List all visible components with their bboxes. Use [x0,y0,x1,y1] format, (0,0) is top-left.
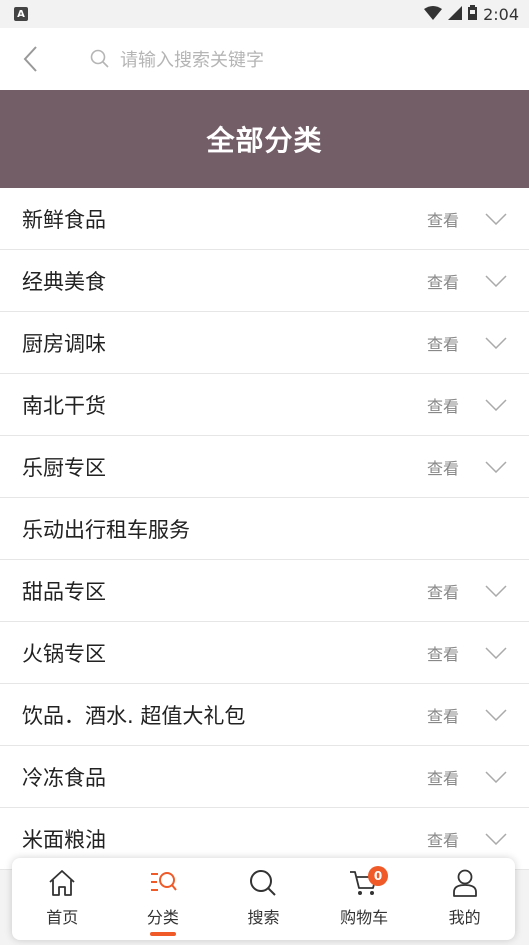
back-arrow-icon [23,46,37,72]
category-list: 新鲜食品 查看 经典美食 查看 厨房调味 查看 南北干货 查看 乐厨专区 查看 … [0,188,529,870]
category-row[interactable]: 火锅专区 查看 [0,622,529,684]
chevron-down-icon[interactable] [485,212,507,225]
status-bar: A 2:04 [0,0,529,28]
notification-a-icon: A [14,7,28,21]
category-row[interactable]: 乐动出行租车服务 [0,498,529,560]
wifi-icon [424,5,443,24]
chevron-down-icon[interactable] [485,708,507,721]
category-row[interactable]: 甜品专区 查看 [0,560,529,622]
chevron-down-icon[interactable] [485,274,507,287]
category-row[interactable]: 新鲜食品 查看 [0,188,529,250]
category-label: 南北干货 [22,393,106,418]
search-icon [250,870,277,896]
view-link[interactable]: 查看 [427,331,459,355]
search-header: 请输入搜索关键字 [0,28,529,90]
chevron-down-icon[interactable] [485,460,507,473]
category-label: 乐动出行租车服务 [22,517,190,542]
user-icon [452,869,477,897]
category-label: 米面粮油 [22,827,106,852]
category-label: 厨房调味 [22,331,106,356]
cart-count-badge: 0 [368,866,389,886]
chevron-down-icon[interactable] [485,646,507,659]
view-link[interactable]: 查看 [427,207,459,231]
category-row[interactable]: 饮品．酒水. 超值大礼包 查看 [0,684,529,746]
view-link[interactable]: 查看 [427,579,459,603]
view-link[interactable]: 查看 [427,827,459,851]
signal-icon [448,5,463,24]
view-link[interactable]: 查看 [427,765,459,789]
chevron-down-icon[interactable] [485,832,507,845]
home-icon [49,870,75,896]
category-search-icon [150,872,177,891]
chevron-down-icon[interactable] [485,336,507,349]
tab-cart[interactable]: 0 购物车 [319,866,409,928]
tab-search[interactable]: 搜索 [218,866,308,928]
battery-icon [468,4,478,24]
category-label: 火锅专区 [22,641,106,666]
tab-category[interactable]: 分类 [118,866,208,936]
tab-mine[interactable]: 我的 [420,866,510,928]
category-banner: 全部分类 [0,90,529,188]
back-button[interactable] [0,28,60,90]
category-label: 新鲜食品 [22,207,106,232]
view-link[interactable]: 查看 [427,393,459,417]
chevron-down-icon[interactable] [485,398,507,411]
tab-home[interactable]: 首页 [17,866,107,928]
search-placeholder: 请输入搜索关键字 [120,50,264,71]
search-input[interactable]: 请输入搜索关键字 [90,46,264,72]
category-label: 经典美食 [22,269,106,294]
active-tab-indicator [149,932,176,936]
category-row[interactable]: 厨房调味 查看 [0,312,529,374]
view-link[interactable]: 查看 [427,455,459,479]
view-link[interactable]: 查看 [427,269,459,293]
category-label: 甜品专区 [22,579,106,604]
category-row[interactable]: 南北干货 查看 [0,374,529,436]
tab-cart-label: 购物车 [340,908,389,927]
status-time: 2:04 [483,4,519,24]
tab-mine-label: 我的 [448,908,481,927]
page-title: 全部分类 [206,124,323,157]
category-label: 饮品．酒水. 超值大礼包 [22,703,246,728]
tab-category-label: 分类 [146,908,179,927]
category-row[interactable]: 经典美食 查看 [0,250,529,312]
search-icon [90,49,109,68]
category-row[interactable]: 冷冻食品 查看 [0,746,529,808]
category-row[interactable]: 乐厨专区 查看 [0,436,529,498]
category-label: 冷冻食品 [22,765,106,790]
chevron-down-icon[interactable] [485,584,507,597]
category-label: 乐厨专区 [22,455,106,480]
view-link[interactable]: 查看 [427,703,459,727]
view-link[interactable]: 查看 [427,641,459,665]
tab-home-label: 首页 [46,908,79,927]
bottom-tab-bar: 首页 分类 搜索 0 购物车 我的 [12,858,515,940]
tab-search-label: 搜索 [247,908,280,927]
chevron-down-icon[interactable] [485,770,507,783]
